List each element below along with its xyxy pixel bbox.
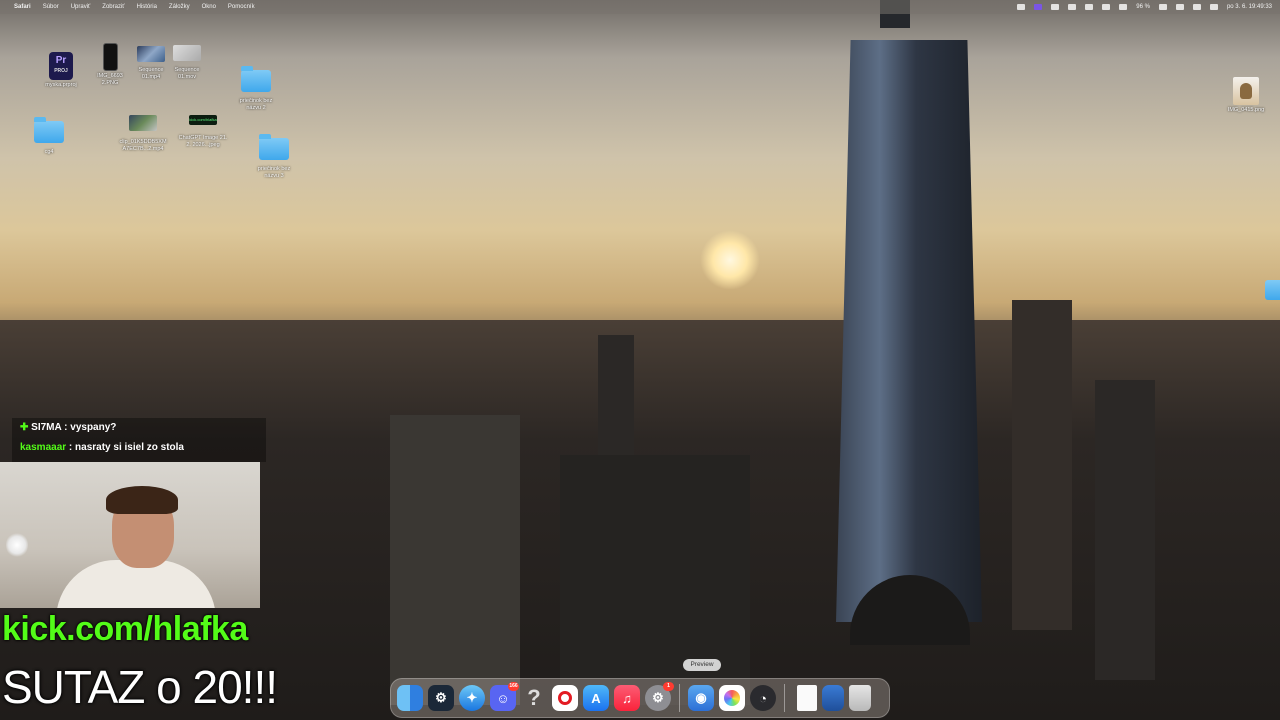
chat-message: ✚ SI7MA : vyspany? [12, 418, 266, 438]
document-icon[interactable] [797, 685, 817, 711]
folder-icon [34, 117, 64, 143]
image-file-icon [102, 43, 118, 71]
menu-item-view[interactable]: Zobraziť [102, 4, 124, 10]
stream-chat: ✚ SI7MA : vyspany? kasmaaar : nasraty si… [12, 418, 266, 462]
desktop-icon-label: clip_01K5DDB5XM A7EC7B...2.mp4 [119, 139, 167, 152]
folder-icon [241, 66, 271, 92]
chat-text: : vyspany? [61, 422, 117, 433]
folder-icon[interactable] [1265, 280, 1280, 300]
steam-icon[interactable]: ⚙ [428, 685, 454, 711]
chat-username: SI7MA [31, 422, 62, 433]
desktop-icon-chatgpt-image[interactable]: kick.com/hlafka ChatGPT Image 21. 2. 202… [172, 115, 234, 149]
wallpaper-tower [836, 40, 982, 622]
desktop-icon-folder-2[interactable]: priečinok bez názvu 2 [229, 66, 283, 112]
settings-badge: 1 [663, 682, 674, 691]
music-icon[interactable]: ♫ [614, 685, 640, 711]
settings-icon[interactable]: ⚙ 1 [645, 682, 674, 711]
search-icon[interactable] [1175, 4, 1184, 10]
appstore-icon[interactable]: A [583, 685, 609, 711]
desktop-icon-cg4[interactable]: cg4 [22, 117, 76, 156]
image-file-icon: kick.com/hlafka [189, 115, 217, 125]
webcam-lamp [6, 532, 28, 558]
question-icon[interactable]: ? [521, 685, 547, 711]
video-file-icon [129, 115, 157, 131]
wifi-icon[interactable] [1085, 4, 1094, 10]
siri-icon[interactable] [1209, 4, 1218, 10]
premiere-file-icon: Pr PROJ [49, 52, 73, 80]
webcam-overlay [0, 462, 260, 608]
contest-overlay: SUTAZ o 20!!! [2, 661, 278, 713]
chat-text: : nasraty si isiel zo stola [66, 442, 184, 453]
webcam-person-hair [106, 486, 178, 514]
wallpaper-building [560, 455, 750, 705]
wallpaper-building [390, 415, 520, 705]
desktop-icon-premiere-project[interactable]: Pr PROJ myska.prproj [34, 52, 88, 89]
menu-item-file[interactable]: Súbor [43, 4, 59, 10]
preview-icon[interactable]: ◉ [688, 685, 714, 711]
desktop-icon-img-0415[interactable]: IMG_0415.png [1219, 77, 1273, 114]
wallpaper-sun [700, 230, 760, 290]
focus-icon[interactable] [1051, 4, 1060, 10]
chat-badge-icon: ✚ [20, 422, 29, 433]
menu-item-help[interactable]: Pomocník [228, 4, 255, 10]
menu-item-window[interactable]: Okno [202, 4, 216, 10]
trash-icon[interactable] [849, 685, 871, 711]
desktop-icon-label: myska.prproj [45, 82, 77, 88]
safari-icon[interactable]: ✦ [459, 685, 485, 711]
dock: ⚙ ✦ ☺ 166 ? A ♫ ⚙ 1 ◉ ◔ [390, 678, 890, 718]
kick-url-overlay: kick.com/hlafka [2, 610, 248, 648]
discord-icon[interactable]: ☺ 166 [490, 682, 519, 711]
desktop-icon-label: ChatGPT Image 21. 2. 2026...jpeg [178, 135, 228, 148]
wallpaper-building [1095, 380, 1155, 680]
dock-separator [784, 684, 785, 712]
battery-icon[interactable] [1158, 4, 1167, 10]
volume-icon[interactable] [1102, 4, 1111, 10]
chat-username: kasmaaar [20, 442, 67, 453]
desktop-icon-label: priečinok bez názvu 3 [257, 166, 291, 179]
wallpaper-building [598, 335, 634, 455]
video-file-icon [173, 45, 201, 61]
opera-icon[interactable] [552, 685, 578, 711]
desktop-icon-sequence-mov[interactable]: Sequence 01.mov [160, 45, 214, 81]
wallpaper-building [1012, 300, 1072, 630]
photos-icon[interactable] [719, 685, 745, 711]
control-center-icon[interactable] [1192, 4, 1201, 10]
screen-recording-icon[interactable] [1034, 4, 1043, 10]
dock-separator [679, 684, 680, 712]
desktop-icon-clip-mp4[interactable]: clip_01K5DDB5XM A7EC7B...2.mp4 [112, 115, 174, 153]
clock[interactable]: po 3. 6. 19:49:33 [1227, 4, 1272, 10]
status-icon[interactable] [1017, 4, 1026, 10]
menu-bar: Safari Súbor Upraviť Zobraziť História Z… [0, 0, 1280, 14]
image-file-icon [1233, 77, 1259, 105]
bluetooth-icon[interactable] [1119, 4, 1128, 10]
desktop-icon-label: priečinok bez názvu 2 [239, 98, 273, 111]
speedtest-icon[interactable]: ◔ [750, 685, 776, 711]
menu-item-bookmarks[interactable]: Záložky [169, 4, 190, 10]
menu-item-edit[interactable]: Upraviť [71, 4, 91, 10]
display-icon[interactable] [1068, 4, 1077, 10]
chat-message: kasmaaar : nasraty si isiel zo stola [12, 438, 266, 458]
menu-item-safari[interactable]: Safari [14, 4, 31, 10]
folder-icon [259, 134, 289, 160]
battery-percent[interactable]: 96 % [1136, 4, 1150, 10]
finder-icon[interactable] [397, 685, 423, 711]
discord-badge: 166 [508, 682, 519, 691]
desktop-icon-label: cg4 [44, 149, 54, 155]
dock-tooltip: Preview [683, 659, 721, 671]
desktop-icon-label: IMG_0415.png [1227, 107, 1265, 113]
desktop-icon-folder-3[interactable]: priečinok bez názvu 3 [247, 134, 301, 180]
status-area: 96 % po 3. 6. 19:49:33 [1017, 0, 1272, 14]
downloads-folder-icon[interactable] [822, 685, 844, 711]
menu-item-history[interactable]: História [137, 4, 157, 10]
desktop-icon-label: Sequence 01.mov [174, 67, 200, 80]
